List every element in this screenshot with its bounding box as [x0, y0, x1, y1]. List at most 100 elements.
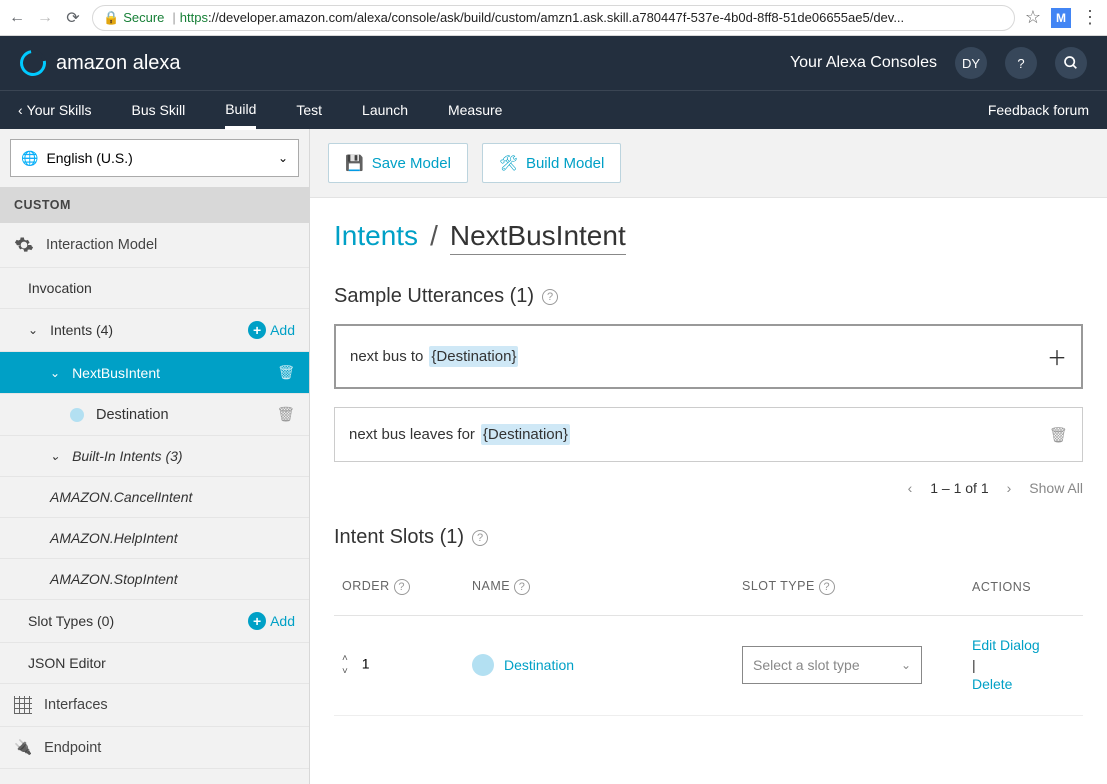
slot-order-value: 1: [362, 656, 370, 672]
lock-icon: 🔒: [103, 10, 119, 26]
save-model-button[interactable]: 💾 Save Model: [328, 143, 468, 183]
browser-menu-icon[interactable]: ⋮: [1081, 7, 1099, 28]
json-editor-row[interactable]: JSON Editor: [0, 643, 309, 684]
utterance-input[interactable]: next bus to {Destination} ＋: [334, 324, 1083, 389]
slot-types-row[interactable]: Slot Types (0) + Add: [0, 600, 309, 643]
invocation-row[interactable]: Invocation: [0, 268, 309, 309]
reload-button[interactable]: ⟳: [64, 9, 82, 27]
breadcrumb-sep: /: [430, 220, 438, 252]
intent-name-field[interactable]: NextBusIntent: [450, 220, 626, 255]
chevron-down-icon: ⌄: [901, 658, 911, 672]
pager-prev[interactable]: ‹: [908, 480, 913, 496]
tab-build[interactable]: Build: [225, 101, 256, 119]
pager-next[interactable]: ›: [1007, 480, 1012, 496]
help-icon[interactable]: ?: [514, 579, 530, 595]
help-icon[interactable]: ?: [542, 289, 558, 305]
builtin-label: Built-In Intents (3): [72, 448, 295, 464]
build-model-button[interactable]: 🛠 Build Model: [482, 143, 621, 183]
utterance-row[interactable]: next bus leaves for {Destination} 🗑: [334, 407, 1083, 462]
secure-badge: 🔒 Secure: [103, 10, 164, 26]
alexa-logo-icon: [15, 45, 51, 81]
edit-dialog-link[interactable]: Edit Dialog: [972, 636, 1075, 656]
slot-circle-icon: [70, 408, 84, 422]
add-utterance-button[interactable]: ＋: [1047, 342, 1067, 371]
interfaces-row[interactable]: Interfaces: [0, 684, 309, 727]
brand-text: amazon alexa: [56, 52, 181, 75]
interaction-model-label: Interaction Model: [46, 237, 295, 253]
breadcrumb-root[interactable]: Intents: [334, 220, 418, 252]
language-select[interactable]: 🌐 English (U.S.) ⌄: [10, 139, 299, 177]
col-order: ORDER: [342, 579, 390, 593]
col-actions: ACTIONS: [972, 580, 1031, 594]
trash-icon[interactable]: 🗑: [1049, 426, 1068, 444]
help-icon[interactable]: ?: [472, 530, 488, 546]
tab-bus-skill[interactable]: Bus Skill: [132, 102, 186, 118]
save-icon: 💾: [345, 154, 364, 172]
delete-slot-link[interactable]: Delete: [972, 675, 1075, 695]
builtin-intents-row[interactable]: ⌄ Built-In Intents (3): [0, 436, 309, 477]
tab-launch[interactable]: Launch: [362, 102, 408, 118]
endpoint-row[interactable]: 🔌 Endpoint: [0, 727, 309, 769]
sidebar-item-nextbusintent[interactable]: ⌄ NextBusIntent 🗑: [0, 352, 309, 394]
address-bar[interactable]: 🔒 Secure | https://developer.amazon.com/…: [92, 5, 1015, 31]
slot-circle-icon: [472, 654, 494, 676]
reorder-handle[interactable]: ˄ ˅: [342, 653, 348, 677]
main-content: 💾 Save Model 🛠 Build Model Intents / Nex…: [310, 129, 1107, 784]
brand[interactable]: amazon alexa: [20, 50, 181, 76]
tools-icon: 🛠: [499, 154, 518, 172]
custom-section-label: CUSTOM: [0, 187, 309, 223]
feedback-link[interactable]: Feedback forum: [988, 102, 1089, 118]
help-icon[interactable]: ?: [819, 579, 835, 595]
bookmark-star-icon[interactable]: ☆: [1025, 7, 1041, 28]
url-text: https://developer.amazon.com/alexa/conso…: [180, 10, 904, 25]
back-button[interactable]: ←: [8, 9, 26, 27]
chevron-up-icon: ˄: [342, 653, 348, 664]
grid-icon: [14, 696, 32, 714]
chevron-down-icon: ⌄: [50, 449, 60, 463]
intents-row[interactable]: ⌄ Intents (4) + Add: [0, 309, 309, 352]
action-separator: |: [972, 656, 1075, 676]
chevron-down-icon: ⌄: [278, 151, 288, 165]
sidebar: 🌐 English (U.S.) ⌄ CUSTOM Interaction Mo…: [0, 129, 310, 784]
user-avatar[interactable]: DY: [955, 47, 987, 79]
intent-slots-heading: Intent Slots (1) ?: [334, 526, 1083, 549]
model-toolbar: 💾 Save Model 🛠 Build Model: [310, 129, 1107, 198]
plus-circle-icon: +: [248, 321, 266, 339]
show-all-link[interactable]: Show All: [1029, 480, 1083, 496]
utterance-text: next bus leaves for: [349, 426, 475, 443]
back-to-skills-link[interactable]: ‹ Your Skills: [18, 102, 92, 118]
trash-icon[interactable]: 🗑: [277, 364, 295, 381]
breadcrumb: Intents / NextBusIntent: [334, 220, 1083, 255]
sidebar-item-destination-slot[interactable]: Destination 🗑: [0, 394, 309, 436]
tab-test[interactable]: Test: [296, 102, 322, 118]
extension-badge[interactable]: M: [1051, 8, 1071, 28]
plug-icon: 🔌: [14, 739, 32, 756]
sidebar-item-cancel-intent[interactable]: AMAZON.CancelIntent: [0, 477, 309, 518]
intents-label: Intents (4): [50, 322, 236, 338]
help-icon[interactable]: ?: [394, 579, 410, 595]
help-button[interactable]: ?: [1005, 47, 1037, 79]
nextbus-label: NextBusIntent: [72, 365, 265, 381]
trash-icon[interactable]: 🗑: [277, 406, 295, 423]
add-intent-button[interactable]: + Add: [248, 321, 295, 339]
interfaces-label: Interfaces: [44, 697, 295, 713]
add-slot-type-button[interactable]: + Add: [248, 612, 295, 630]
tab-measure[interactable]: Measure: [448, 102, 502, 118]
app-header: amazon alexa Your Alexa Consoles DY ?: [0, 36, 1107, 90]
chevron-down-icon: ˅: [342, 666, 348, 677]
destination-slot-label: Destination: [96, 407, 265, 423]
pager-range: 1 – 1 of 1: [930, 480, 988, 496]
slot-type-select[interactable]: Select a slot type ⌄: [742, 646, 922, 684]
search-button[interactable]: [1055, 47, 1087, 79]
sidebar-item-help-intent[interactable]: AMAZON.HelpIntent: [0, 518, 309, 559]
slot-name-link[interactable]: Destination: [472, 654, 726, 676]
slot-types-label: Slot Types (0): [28, 613, 236, 629]
search-icon: [1063, 55, 1079, 71]
interaction-model-row[interactable]: Interaction Model: [0, 223, 309, 268]
sidebar-item-stop-intent[interactable]: AMAZON.StopIntent: [0, 559, 309, 600]
globe-icon: 🌐: [21, 150, 38, 167]
col-type: SLOT TYPE: [742, 579, 815, 593]
forward-button[interactable]: →: [36, 9, 54, 27]
your-consoles-link[interactable]: Your Alexa Consoles: [790, 54, 937, 72]
utterance-text: next bus to: [350, 348, 423, 365]
